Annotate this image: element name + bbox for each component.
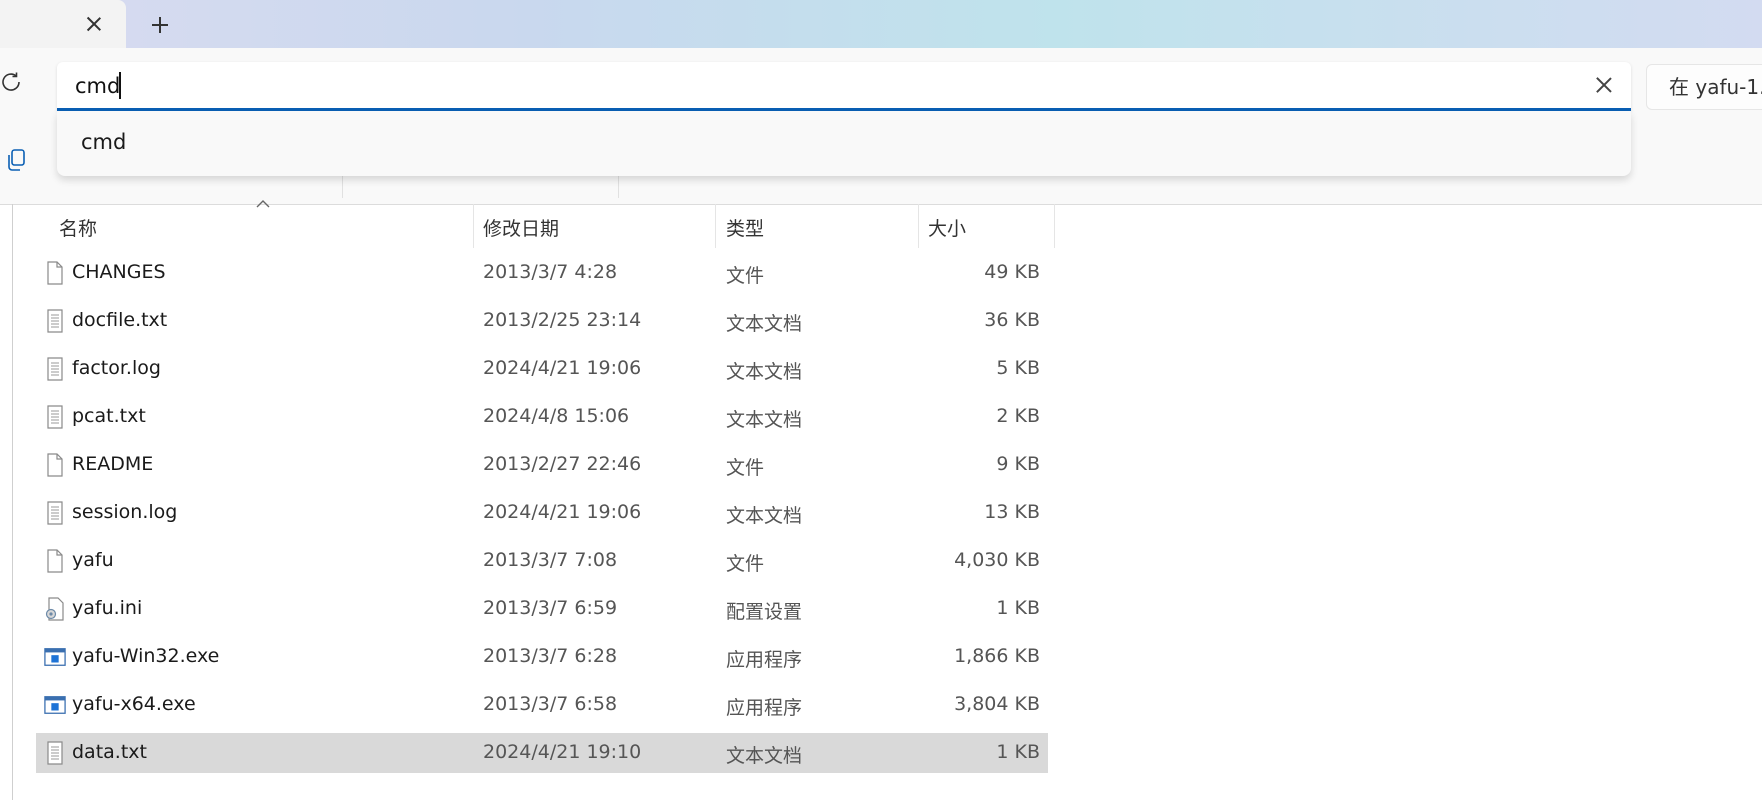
file-row[interactable]: yafu-x64.exe 2013/3/7 6:58 应用程序 3,804 KB	[36, 685, 1048, 725]
refresh-icon[interactable]	[0, 70, 22, 94]
suggestion-item[interactable]: cmd	[81, 130, 126, 154]
file-size: 49 KB	[984, 261, 1040, 283]
file-name: yafu-Win32.exe	[72, 645, 220, 667]
text-file-icon	[44, 741, 66, 765]
address-command-field[interactable]	[57, 62, 1631, 111]
file-modified: 2024/4/21 19:06	[483, 501, 642, 523]
file-modified: 2013/3/7 6:58	[483, 693, 618, 715]
file-modified: 2024/4/8 15:06	[483, 405, 630, 427]
suggestion-dropdown: cmd	[57, 111, 1631, 176]
file-row[interactable]: pcat.txt 2024/4/8 15:06 文本文档 2 KB	[36, 397, 1048, 437]
text-file-icon	[44, 357, 66, 381]
file-type: 文本文档	[726, 313, 803, 335]
file-modified: 2024/4/21 19:06	[483, 357, 642, 379]
file-row[interactable]: factor.log 2024/4/21 19:06 文本文档 5 KB	[36, 349, 1048, 389]
file-size: 5 KB	[996, 357, 1040, 379]
text-file-icon	[44, 309, 66, 333]
file-size: 1 KB	[996, 597, 1040, 619]
clear-icon[interactable]	[1593, 74, 1615, 96]
file-size: 2 KB	[996, 405, 1040, 427]
file-type: 文件	[726, 265, 765, 287]
file-name: yafu-x64.exe	[72, 693, 196, 715]
file-size: 3,804 KB	[954, 693, 1040, 715]
file-size: 9 KB	[996, 453, 1040, 475]
file-icon	[44, 453, 66, 477]
file-name: yafu.ini	[72, 597, 143, 619]
column-divider[interactable]	[918, 204, 919, 248]
text-file-icon	[44, 501, 66, 525]
pane-divider	[12, 204, 13, 800]
text-file-icon	[44, 405, 66, 429]
file-row[interactable]: session.log 2024/4/21 19:06 文本文档 13 KB	[36, 493, 1048, 533]
file-icon	[44, 549, 66, 573]
tab-strip	[0, 0, 1762, 48]
file-name: factor.log	[72, 357, 161, 379]
file-icon	[44, 261, 66, 285]
file-modified: 2013/2/25 23:14	[483, 309, 642, 331]
file-row[interactable]: yafu 2013/3/7 7:08 文件 4,030 KB	[36, 541, 1048, 581]
file-name: docfile.txt	[72, 309, 168, 331]
column-header-name[interactable]: 名称	[59, 214, 97, 241]
command-input[interactable]	[73, 62, 1557, 110]
file-modified: 2013/3/7 6:59	[483, 597, 618, 619]
copy-icon[interactable]	[4, 148, 28, 174]
column-header-size[interactable]: 大小	[928, 214, 966, 241]
file-modified: 2024/4/21 19:10	[483, 741, 642, 763]
file-type: 文本文档	[726, 505, 803, 527]
file-name: pcat.txt	[72, 405, 146, 427]
file-type: 文本文档	[726, 361, 803, 383]
file-row[interactable]: CHANGES 2013/3/7 4:28 文件 49 KB	[36, 253, 1048, 293]
sort-ascending-icon	[256, 200, 270, 208]
file-name: yafu	[72, 549, 114, 571]
file-size: 1 KB	[996, 741, 1040, 763]
file-size: 1,866 KB	[954, 645, 1040, 667]
exe-file-icon	[44, 693, 66, 717]
column-divider[interactable]	[1054, 204, 1055, 248]
file-type: 应用程序	[726, 649, 803, 671]
column-divider[interactable]	[473, 204, 474, 248]
file-type: 文件	[726, 457, 765, 479]
text-caret	[119, 72, 122, 99]
file-type: 文件	[726, 553, 765, 575]
file-modified: 2013/3/7 7:08	[483, 549, 618, 571]
file-type: 配置设置	[726, 601, 803, 623]
file-type: 文本文档	[726, 409, 803, 431]
file-row[interactable]: README 2013/2/27 22:46 文件 9 KB	[36, 445, 1048, 485]
file-row[interactable]: data.txt 2024/4/21 19:10 文本文档 1 KB	[36, 733, 1048, 773]
file-name: README	[72, 453, 154, 475]
file-name: CHANGES	[72, 261, 166, 283]
file-size: 36 KB	[984, 309, 1040, 331]
file-modified: 2013/3/7 4:28	[483, 261, 618, 283]
file-row[interactable]: yafu.ini 2013/3/7 6:59 配置设置 1 KB	[36, 589, 1048, 629]
file-row[interactable]: yafu-Win32.exe 2013/3/7 6:28 应用程序 1,866 KB	[36, 637, 1048, 677]
folder-search-box[interactable]: 在 yafu-1.34	[1646, 64, 1762, 110]
settings-file-icon	[44, 597, 66, 621]
file-name: session.log	[72, 501, 178, 523]
close-tab-icon[interactable]	[82, 12, 106, 36]
column-header-type[interactable]: 类型	[726, 214, 764, 241]
column-headers: 名称 修改日期 类型 大小	[0, 204, 1762, 248]
column-divider[interactable]	[715, 204, 716, 248]
file-type: 文本文档	[726, 745, 803, 767]
exe-file-icon	[44, 645, 66, 669]
file-type: 应用程序	[726, 697, 803, 719]
file-row[interactable]: docfile.txt 2013/2/25 23:14 文本文档 36 KB	[36, 301, 1048, 341]
column-header-modified[interactable]: 修改日期	[483, 214, 559, 241]
file-size: 4,030 KB	[954, 549, 1040, 571]
file-name: data.txt	[72, 741, 147, 763]
file-size: 13 KB	[984, 501, 1040, 523]
active-tab[interactable]	[0, 0, 126, 48]
file-modified: 2013/3/7 6:28	[483, 645, 618, 667]
file-modified: 2013/2/27 22:46	[483, 453, 642, 475]
new-tab-icon[interactable]	[148, 13, 172, 37]
